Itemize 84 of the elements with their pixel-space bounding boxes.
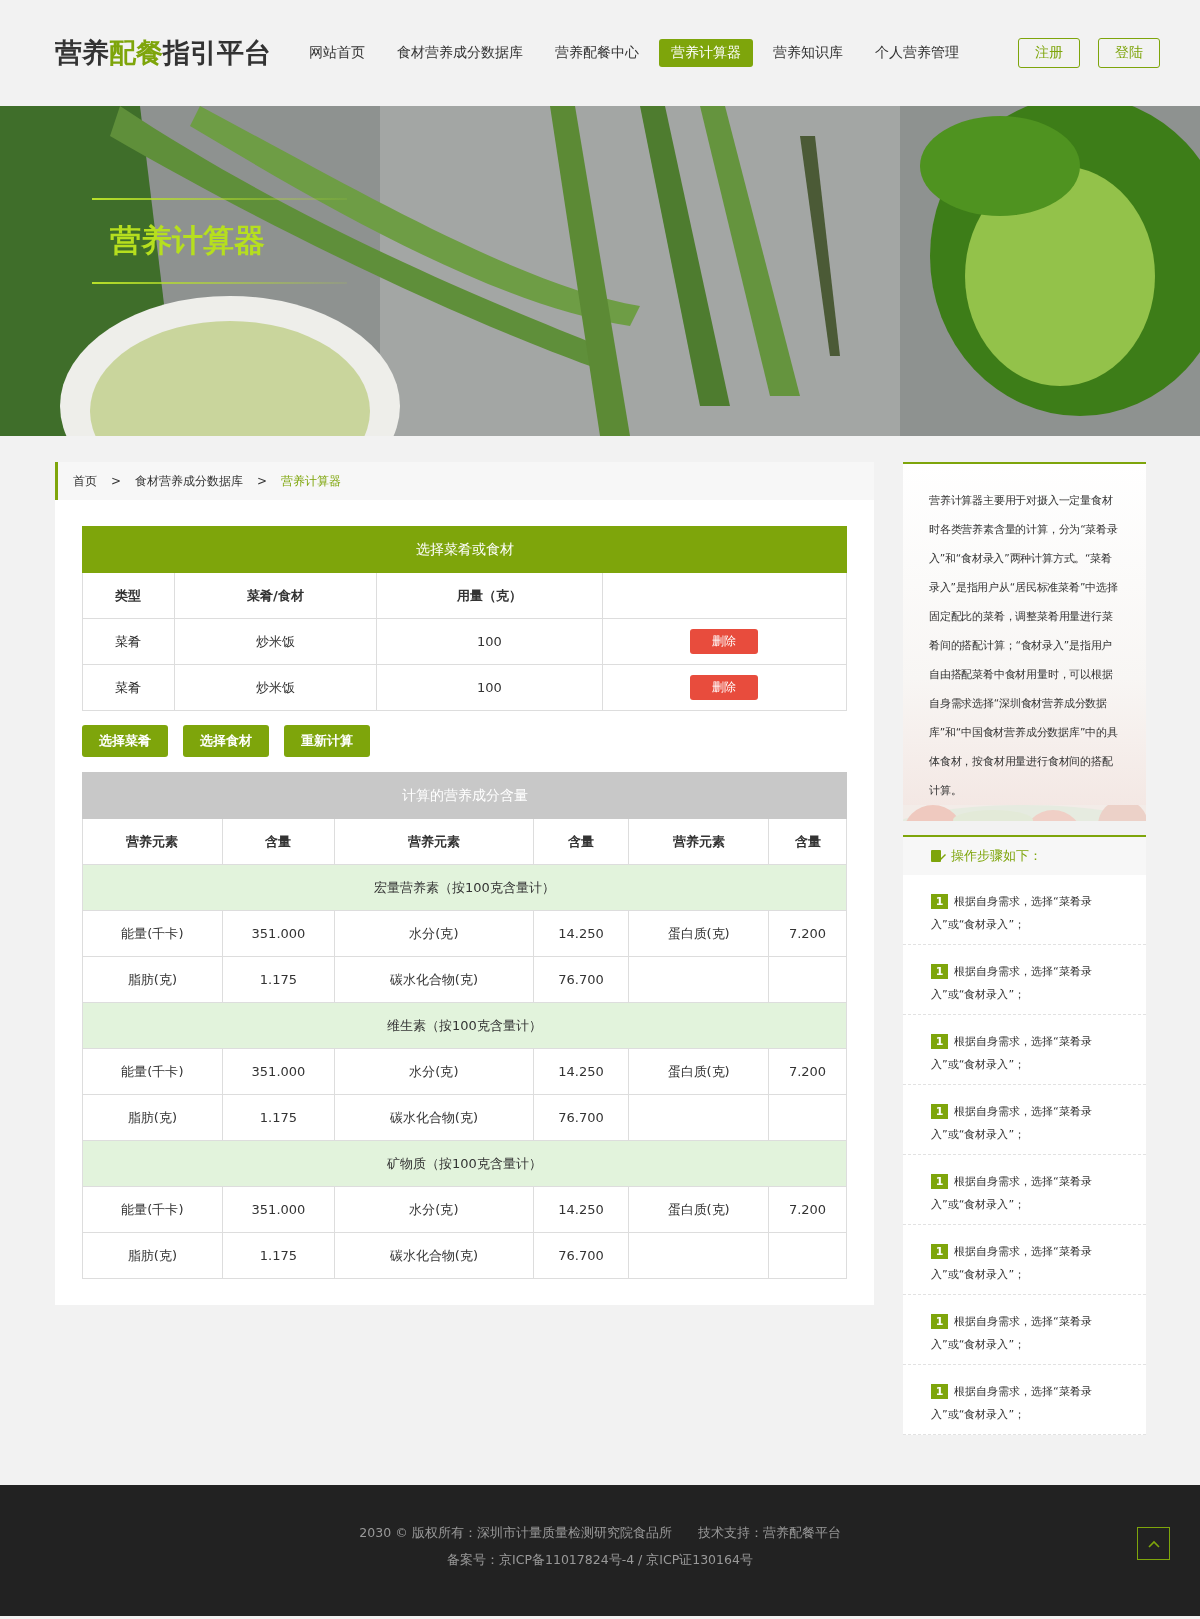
column-header: 营养元素 bbox=[82, 818, 223, 865]
table-cell: 14.250 bbox=[533, 1048, 629, 1095]
table-cell: 能量(千卡) bbox=[82, 910, 223, 957]
table-cell: 碳水化合物(克) bbox=[334, 1232, 534, 1279]
table-cell: 脂肪(克) bbox=[82, 1232, 223, 1279]
step-text: 1 根据自身需求，选择“菜肴录入”或“食材录入”； bbox=[931, 1033, 1093, 1073]
table-cell: 碳水化合物(克) bbox=[334, 1094, 534, 1141]
table-cell: 能量(千卡) bbox=[82, 1186, 223, 1233]
table-cell: 蛋白质(克) bbox=[628, 1186, 769, 1233]
table-cell: 能量(千卡) bbox=[82, 1048, 223, 1095]
table-cell: 351.000 bbox=[222, 910, 335, 957]
column-header: 菜肴/食材 bbox=[174, 572, 377, 619]
column-header: 含量 bbox=[222, 818, 335, 865]
table-cell: 7.200 bbox=[768, 1186, 847, 1233]
step-text: 1 根据自身需求，选择“菜肴录入”或“食材录入”； bbox=[931, 1243, 1093, 1283]
table-cell: 1.175 bbox=[222, 956, 335, 1003]
support-text: 技术支持：营养配餐平台 bbox=[697, 1525, 841, 1542]
edit-icon bbox=[931, 849, 946, 863]
column-header: 类型 bbox=[82, 572, 175, 619]
table-cell: 1.175 bbox=[222, 1232, 335, 1279]
breadcrumb-separator: > bbox=[257, 474, 268, 488]
breadcrumb-link[interactable]: 首页 bbox=[73, 472, 97, 490]
table-cell: 76.700 bbox=[533, 1094, 629, 1141]
table-cell: 水分(克) bbox=[334, 910, 534, 957]
nav-link[interactable]: 食材营养成分数据库 bbox=[385, 39, 535, 67]
register-button[interactable]: 注册 bbox=[1018, 38, 1080, 68]
step-text: 1 根据自身需求，选择“菜肴录入”或“食材录入”； bbox=[931, 1173, 1093, 1213]
site-logo: 营养配餐指引平台 bbox=[55, 36, 271, 70]
step-text: 1 根据自身需求，选择“菜肴录入”或“食材录入”； bbox=[931, 1313, 1093, 1353]
table-cell: 蛋白质(克) bbox=[628, 910, 769, 957]
copyright-text: 2030 © 版权所有：深圳市计量质量检测研究院食品所 bbox=[359, 1525, 672, 1542]
nav-link[interactable]: 营养配餐中心 bbox=[543, 39, 651, 67]
intro-text: 营养计算器主要用于对摄入一定量食材时各类营养素含量的计算，分为“菜肴录入”和“食材录入”两种计算方式。“菜肴录入”是指用户从“居民标准菜肴”中选择固定配比的菜肴，调整菜肴用量进行菜肴间的搭配计算；“食材录入”是指用户自由搭配菜肴中食材用量时，可以根据自身需求选择“深圳食材营养成分数据库”和“中国食材营养成分数据库”中的具体食材，按食材用量进行食材间的搭配计算。 bbox=[928, 493, 1119, 798]
table-cell: 菜肴 bbox=[82, 618, 175, 665]
table-cell: 碳水化合物(克) bbox=[334, 956, 534, 1003]
column-header: 含量 bbox=[768, 818, 847, 865]
table-cell: 351.000 bbox=[222, 1048, 335, 1095]
table-cell: 76.700 bbox=[533, 956, 629, 1003]
table-cell: 76.700 bbox=[533, 1232, 629, 1279]
table-cell: 1.175 bbox=[222, 1094, 335, 1141]
table-cell: 100 bbox=[376, 664, 602, 711]
table-cell: 菜肴 bbox=[82, 664, 175, 711]
nav-link[interactable]: 个人营养管理 bbox=[863, 39, 971, 67]
section-header: 宏量营养素（按100克含量计） bbox=[82, 864, 847, 911]
table-cell: 100 bbox=[376, 618, 602, 665]
nav-link[interactable]: 网站首页 bbox=[297, 39, 377, 67]
breadcrumb-link[interactable]: 食材营养成分数据库 bbox=[135, 472, 244, 490]
action-button[interactable]: 选择菜肴 bbox=[82, 725, 168, 757]
table-cell: 脂肪(克) bbox=[82, 956, 223, 1003]
table-cell: 水分(克) bbox=[334, 1186, 534, 1233]
table-cell: 14.250 bbox=[533, 910, 629, 957]
table-cell: 水分(克) bbox=[334, 1048, 534, 1095]
action-button[interactable]: 选择食材 bbox=[183, 725, 269, 757]
action-button[interactable]: 重新计算 bbox=[284, 725, 370, 757]
delete-button[interactable]: 删除 bbox=[690, 675, 759, 700]
table-cell: 脂肪(克) bbox=[82, 1094, 223, 1141]
table-cell: 炒米饭 bbox=[174, 618, 377, 665]
table-cell: 7.200 bbox=[768, 910, 847, 957]
column-header: 含量 bbox=[533, 818, 629, 865]
column-header: 营养元素 bbox=[628, 818, 769, 865]
section-header: 维生素（按100克含量计） bbox=[82, 1002, 847, 1049]
step-text: 1 根据自身需求，选择“菜肴录入”或“食材录入”； bbox=[931, 1383, 1093, 1423]
step-text: 1 根据自身需求，选择“菜肴录入”或“食材录入”； bbox=[931, 893, 1093, 933]
column-header: 用量（克） bbox=[376, 572, 602, 619]
chevron-up-icon bbox=[1147, 1539, 1160, 1548]
section-header: 矿物质（按100克含量计） bbox=[82, 1140, 847, 1187]
column-header: 营养元素 bbox=[334, 818, 534, 865]
table-cell: 14.250 bbox=[533, 1186, 629, 1233]
step-text: 1 根据自身需求，选择“菜肴录入”或“食材录入”； bbox=[931, 1103, 1093, 1143]
step-text: 1 根据自身需求，选择“菜肴录入”或“食材录入”； bbox=[931, 963, 1093, 1003]
delete-button[interactable]: 删除 bbox=[690, 629, 759, 654]
table-cell: 炒米饭 bbox=[174, 664, 377, 711]
breadcrumb-separator: > bbox=[111, 474, 122, 488]
icp-text: 备案号：京ICP备11017824号-4 / 京ICP证130164号 bbox=[447, 1552, 753, 1569]
login-button[interactable]: 登陆 bbox=[1098, 38, 1160, 68]
nav-link[interactable]: 营养知识库 bbox=[761, 39, 855, 67]
table-title: 选择菜肴或食材 bbox=[82, 526, 847, 573]
table-cell: 351.000 bbox=[222, 1186, 335, 1233]
nav-link[interactable]: 营养计算器 bbox=[659, 39, 753, 67]
back-to-top-button[interactable] bbox=[1137, 1527, 1170, 1560]
steps-title: 操作步骤如下： bbox=[951, 847, 1042, 865]
breadcrumb-link[interactable]: 营养计算器 bbox=[281, 472, 342, 490]
table-cell: 7.200 bbox=[768, 1048, 847, 1095]
table-cell: 蛋白质(克) bbox=[628, 1048, 769, 1095]
